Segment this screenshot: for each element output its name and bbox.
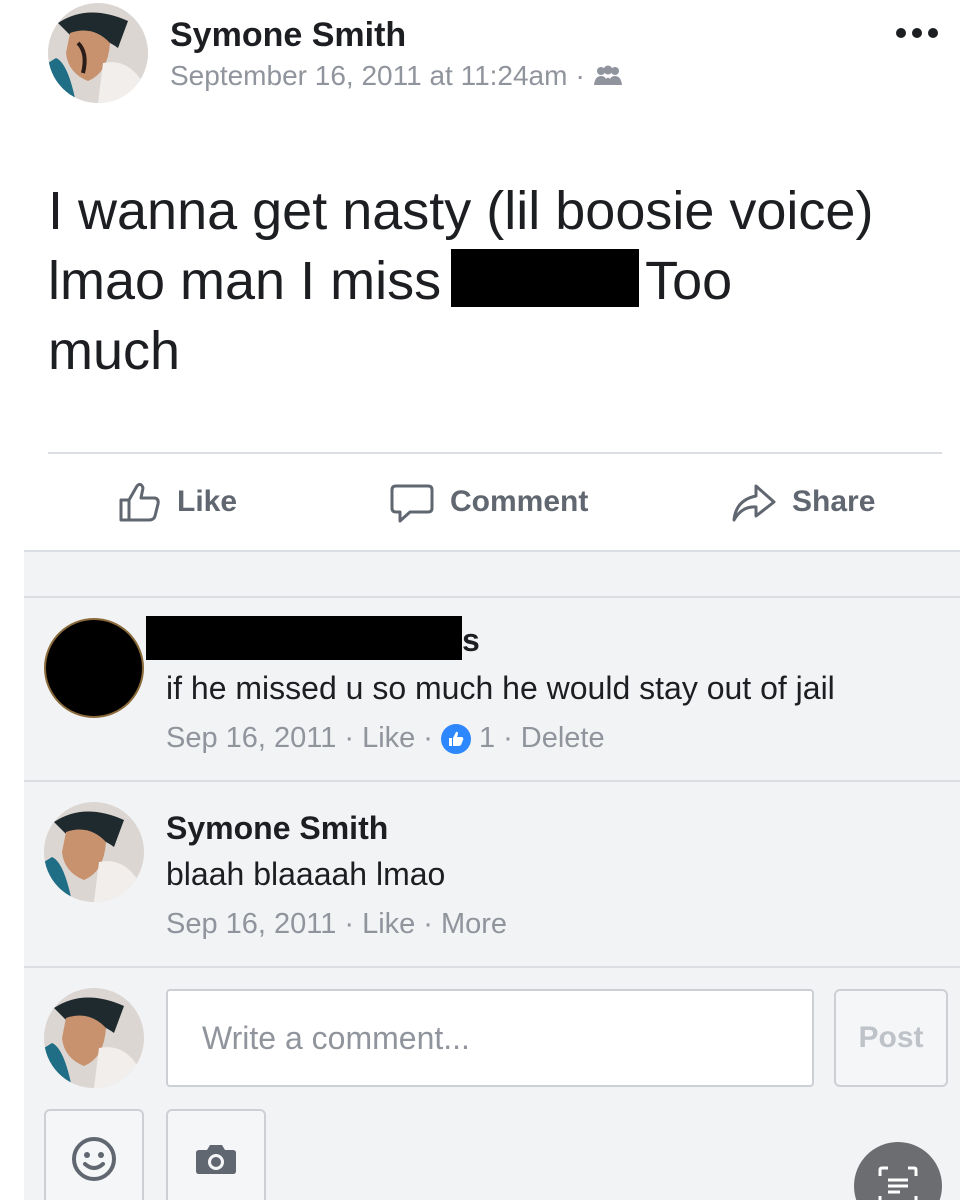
comment-meta: Sep 16, 2011 · Like · More bbox=[166, 908, 508, 941]
comment-label: Comment bbox=[450, 485, 589, 518]
composer-divider bbox=[24, 966, 960, 968]
profile-photo bbox=[44, 802, 144, 902]
text-scan-icon[interactable] bbox=[854, 1142, 942, 1200]
post-comment-button[interactable]: Post bbox=[834, 989, 948, 1087]
comment-more-link[interactable]: More bbox=[441, 908, 507, 941]
post-text: I wanna get nasty (lil boosie voice) lma… bbox=[48, 176, 948, 386]
post-text-line-1: I wanna get nasty (lil boosie voice) bbox=[48, 181, 874, 241]
share-arrow-icon bbox=[732, 484, 776, 522]
camera-icon bbox=[196, 1145, 236, 1174]
profile-photo bbox=[48, 3, 148, 103]
author-avatar[interactable] bbox=[48, 3, 148, 103]
thumbs-up-icon bbox=[119, 482, 160, 522]
comments-divider bbox=[24, 596, 960, 598]
comment-like-link[interactable]: Like bbox=[362, 908, 415, 941]
comment-text: if he missed u so much he would stay out… bbox=[166, 670, 835, 706]
share-label: Share bbox=[792, 485, 876, 518]
comment-meta: Sep 16, 2011 · Like · 1 · Delete bbox=[166, 722, 605, 755]
comment-divider bbox=[24, 780, 960, 782]
post-text-line-2: lmao man I miss Too bbox=[48, 246, 948, 316]
meta-separator: · bbox=[575, 60, 585, 91]
share-button[interactable]: Share bbox=[730, 478, 875, 526]
emoji-button[interactable] bbox=[44, 1109, 144, 1200]
post-meta: September 16, 2011 at 11:24am · bbox=[170, 60, 623, 92]
comments-section: s if he missed u so much he would stay o… bbox=[24, 550, 960, 1200]
redacted-commenter-name bbox=[146, 616, 462, 660]
post-timestamp[interactable]: September 16, 2011 at 11:24am bbox=[170, 60, 567, 92]
commenter-avatar-redacted[interactable] bbox=[44, 618, 144, 718]
comment-date[interactable]: Sep 16, 2011 bbox=[166, 908, 336, 941]
profile-photo bbox=[44, 988, 144, 1088]
comment-text: blaah blaaaah lmao bbox=[166, 856, 446, 892]
like-count: 1 bbox=[478, 722, 496, 754]
more-options-icon[interactable] bbox=[896, 28, 938, 38]
like-button[interactable]: Like bbox=[115, 478, 237, 526]
friends-icon[interactable] bbox=[593, 65, 623, 87]
comment-bubble-icon bbox=[390, 484, 434, 523]
comment-like-link[interactable]: Like bbox=[362, 722, 415, 755]
post-text-line-2-end: Too bbox=[645, 251, 733, 311]
commenter-name[interactable]: Symone Smith bbox=[166, 810, 388, 847]
facebook-post-screen: Symone Smith September 16, 2011 at 11:24… bbox=[0, 0, 960, 1200]
camera-button[interactable] bbox=[166, 1109, 266, 1200]
smiley-icon bbox=[72, 1137, 116, 1181]
redaction-bar bbox=[451, 249, 640, 307]
comment-date[interactable]: Sep 16, 2011 bbox=[166, 722, 336, 755]
current-user-avatar[interactable] bbox=[44, 988, 144, 1088]
like-count-icon[interactable] bbox=[440, 723, 471, 754]
commenter-name-tail[interactable]: s bbox=[462, 622, 480, 659]
comment-button[interactable]: Comment bbox=[388, 478, 588, 526]
post-text-line-3: much bbox=[48, 321, 181, 381]
comment-delete-link[interactable]: Delete bbox=[521, 722, 605, 755]
post-text-line-2-start: lmao man I miss bbox=[48, 251, 442, 311]
post-author-name[interactable]: Symone Smith bbox=[170, 16, 406, 55]
actions-divider bbox=[48, 452, 942, 454]
like-label: Like bbox=[177, 485, 238, 518]
commenter-avatar[interactable] bbox=[44, 802, 144, 902]
comment-input[interactable]: Write a comment... bbox=[166, 989, 814, 1087]
